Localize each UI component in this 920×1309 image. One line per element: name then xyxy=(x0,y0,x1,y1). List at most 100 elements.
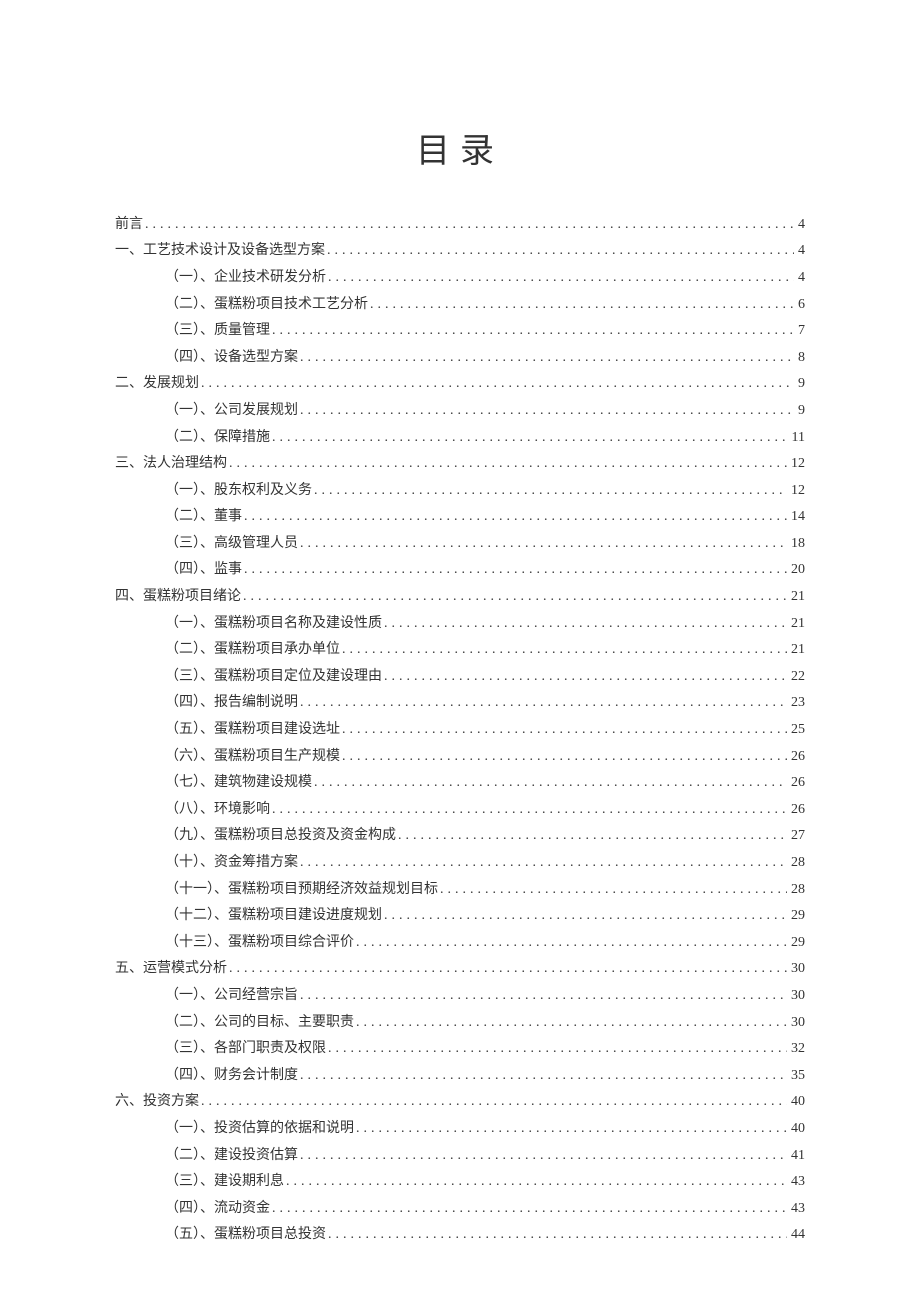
toc-leader-dots xyxy=(356,1010,787,1037)
toc-entry[interactable]: 三、法人治理结构12 xyxy=(115,451,805,478)
toc-leader-dots xyxy=(272,425,788,452)
toc-leader-dots xyxy=(243,584,787,611)
toc-entry[interactable]: 前言4 xyxy=(115,212,805,239)
toc-leader-dots xyxy=(384,611,787,638)
toc-entry[interactable]: （十二）、蛋糕粉项目建设进度规划 29 xyxy=(115,903,805,930)
toc-entry[interactable]: （一）、投资估算的依据和说明 40 xyxy=(115,1116,805,1143)
toc-leader-dots xyxy=(440,877,787,904)
toc-entry-label: （三）、蛋糕粉项目定位及建设理由 xyxy=(165,664,382,691)
toc-entry[interactable]: （十一）、蛋糕粉项目预期经济效益规划目标28 xyxy=(115,877,805,904)
toc-entry-page: 25 xyxy=(789,717,805,744)
toc-entry[interactable]: （四）、设备选型方案 8 xyxy=(115,345,805,372)
toc-entry[interactable]: （一）、公司发展规划9 xyxy=(115,398,805,425)
toc-entry-page: 21 xyxy=(789,611,805,638)
toc-entry[interactable]: （八）、环境影响 26 xyxy=(115,797,805,824)
toc-entry[interactable]: （一）、公司经营宗旨30 xyxy=(115,983,805,1010)
toc-entry-label: （八）、环境影响 xyxy=(165,797,270,824)
toc-entry[interactable]: （十）、资金筹措方案28 xyxy=(115,850,805,877)
toc-entry[interactable]: （二）、蛋糕粉项目技术工艺分析6 xyxy=(115,292,805,319)
toc-entry-page: 12 xyxy=(789,478,805,505)
toc-entry-label: （二）、蛋糕粉项目承办单位 xyxy=(165,637,340,664)
toc-leader-dots xyxy=(342,717,787,744)
toc-entry-page: 40 xyxy=(789,1116,805,1143)
toc-entry[interactable]: 一、工艺技术设计及设备选型方案4 xyxy=(115,238,805,265)
toc-entry[interactable]: （三）、质量管理7 xyxy=(115,318,805,345)
toc-entry-label: （六）、蛋糕粉项目生产规模 xyxy=(165,744,340,771)
toc-entry[interactable]: （九）、蛋糕粉项目总投资及资金构成27 xyxy=(115,823,805,850)
toc-entry-page: 43 xyxy=(789,1196,805,1223)
toc-entry-page: 29 xyxy=(789,903,805,930)
toc-title: 目录 xyxy=(115,123,805,172)
toc-leader-dots xyxy=(342,744,787,771)
toc-entry-label: （四）、流动资金 xyxy=(165,1196,270,1223)
toc-leader-dots xyxy=(201,371,794,398)
toc-entry[interactable]: （五）、蛋糕粉项目建设选址25 xyxy=(115,717,805,744)
toc-entry-page: 4 xyxy=(796,212,805,239)
toc-entry-label: （十二）、蛋糕粉项目建设进度规划 xyxy=(165,903,382,930)
toc-leader-dots xyxy=(145,212,794,239)
toc-leader-dots xyxy=(300,345,794,372)
toc-entry[interactable]: （二）、公司的目标、主要职责30 xyxy=(115,1010,805,1037)
toc-entry[interactable]: 四、蛋糕粉项目绪论21 xyxy=(115,584,805,611)
toc-entry[interactable]: （三）、各部门职责及权限32 xyxy=(115,1036,805,1063)
toc-entry-label: （一）、公司经营宗旨 xyxy=(165,983,298,1010)
toc-entry[interactable]: 五、运营模式分析30 xyxy=(115,956,805,983)
toc-entry-label: （二）、董事 xyxy=(165,504,242,531)
toc-entry-label: （七）、建筑物建设规模 xyxy=(165,770,312,797)
toc-leader-dots xyxy=(300,398,794,425)
toc-entry[interactable]: 六、投资方案40 xyxy=(115,1089,805,1116)
toc-entry[interactable]: （三）、高级管理人员18 xyxy=(115,531,805,558)
toc-entry-label: （四）、设备选型方案 xyxy=(165,345,298,372)
toc-entry-label: （一）、企业技术研发分析 xyxy=(165,265,326,292)
toc-entry[interactable]: （四）、财务会计制度35 xyxy=(115,1063,805,1090)
toc-entry-page: 20 xyxy=(789,557,805,584)
toc-leader-dots xyxy=(286,1169,787,1196)
toc-entry-label: 一、工艺技术设计及设备选型方案 xyxy=(115,238,325,265)
toc-leader-dots xyxy=(342,637,787,664)
toc-leader-dots xyxy=(398,823,787,850)
toc-entry[interactable]: （四）、报告编制说明23 xyxy=(115,690,805,717)
toc-leader-dots xyxy=(244,504,787,531)
toc-entry[interactable]: （一）、蛋糕粉项目名称及建设性质21 xyxy=(115,611,805,638)
toc-entry-page: 22 xyxy=(789,664,805,691)
toc-entry-label: （十）、资金筹措方案 xyxy=(165,850,298,877)
toc-entry[interactable]: （六）、蛋糕粉项目生产规模26 xyxy=(115,744,805,771)
toc-entry-label: （三）、建设期利息 xyxy=(165,1169,284,1196)
toc-leader-dots xyxy=(370,292,794,319)
toc-leader-dots xyxy=(314,770,787,797)
toc-entry[interactable]: （四）、监事20 xyxy=(115,557,805,584)
toc-leader-dots xyxy=(244,557,787,584)
toc-entry-label: 六、投资方案 xyxy=(115,1089,199,1116)
toc-entry-label: （三）、高级管理人员 xyxy=(165,531,298,558)
toc-entry-page: 35 xyxy=(789,1063,805,1090)
toc-entry[interactable]: （二）、蛋糕粉项目承办单位21 xyxy=(115,637,805,664)
toc-entry-label: （二）、蛋糕粉项目技术工艺分析 xyxy=(165,292,368,319)
toc-entry[interactable]: 二、发展规划9 xyxy=(115,371,805,398)
toc-leader-dots xyxy=(328,1036,787,1063)
toc-entry[interactable]: （二）、建设投资估算41 xyxy=(115,1143,805,1170)
toc-entry[interactable]: （三）、建设期利息43 xyxy=(115,1169,805,1196)
toc-entry-page: 4 xyxy=(796,265,805,292)
toc-entry-page: 29 xyxy=(789,930,805,957)
toc-entry-page: 26 xyxy=(789,797,805,824)
toc-entry-label: （一）、投资估算的依据和说明 xyxy=(165,1116,354,1143)
toc-entry-label: （二）、公司的目标、主要职责 xyxy=(165,1010,354,1037)
toc-leader-dots xyxy=(201,1089,787,1116)
toc-entry-page: 26 xyxy=(789,770,805,797)
toc-entry[interactable]: （七）、建筑物建设规模 26 xyxy=(115,770,805,797)
toc-entry[interactable]: （五）、蛋糕粉项目总投资44 xyxy=(115,1222,805,1249)
toc-entry[interactable]: （一）、企业技术研发分析 4 xyxy=(115,265,805,292)
toc-entry[interactable]: （二）、保障措施11 xyxy=(115,425,805,452)
toc-leader-dots xyxy=(229,451,787,478)
toc-entry[interactable]: （二）、董事14 xyxy=(115,504,805,531)
toc-entry[interactable]: （四）、流动资金 43 xyxy=(115,1196,805,1223)
toc-entry[interactable]: （十三）、蛋糕粉项目综合评价29 xyxy=(115,930,805,957)
toc-entry-label: （二）、建设投资估算 xyxy=(165,1143,298,1170)
toc-entry-page: 8 xyxy=(796,345,805,372)
toc-leader-dots xyxy=(300,690,787,717)
toc-entry-label: （三）、质量管理 xyxy=(165,318,270,345)
toc-entry[interactable]: （一）、股东权利及义务12 xyxy=(115,478,805,505)
toc-entry-page: 12 xyxy=(789,451,805,478)
toc-entry-page: 9 xyxy=(796,398,805,425)
toc-entry[interactable]: （三）、蛋糕粉项目定位及建设理由 22 xyxy=(115,664,805,691)
